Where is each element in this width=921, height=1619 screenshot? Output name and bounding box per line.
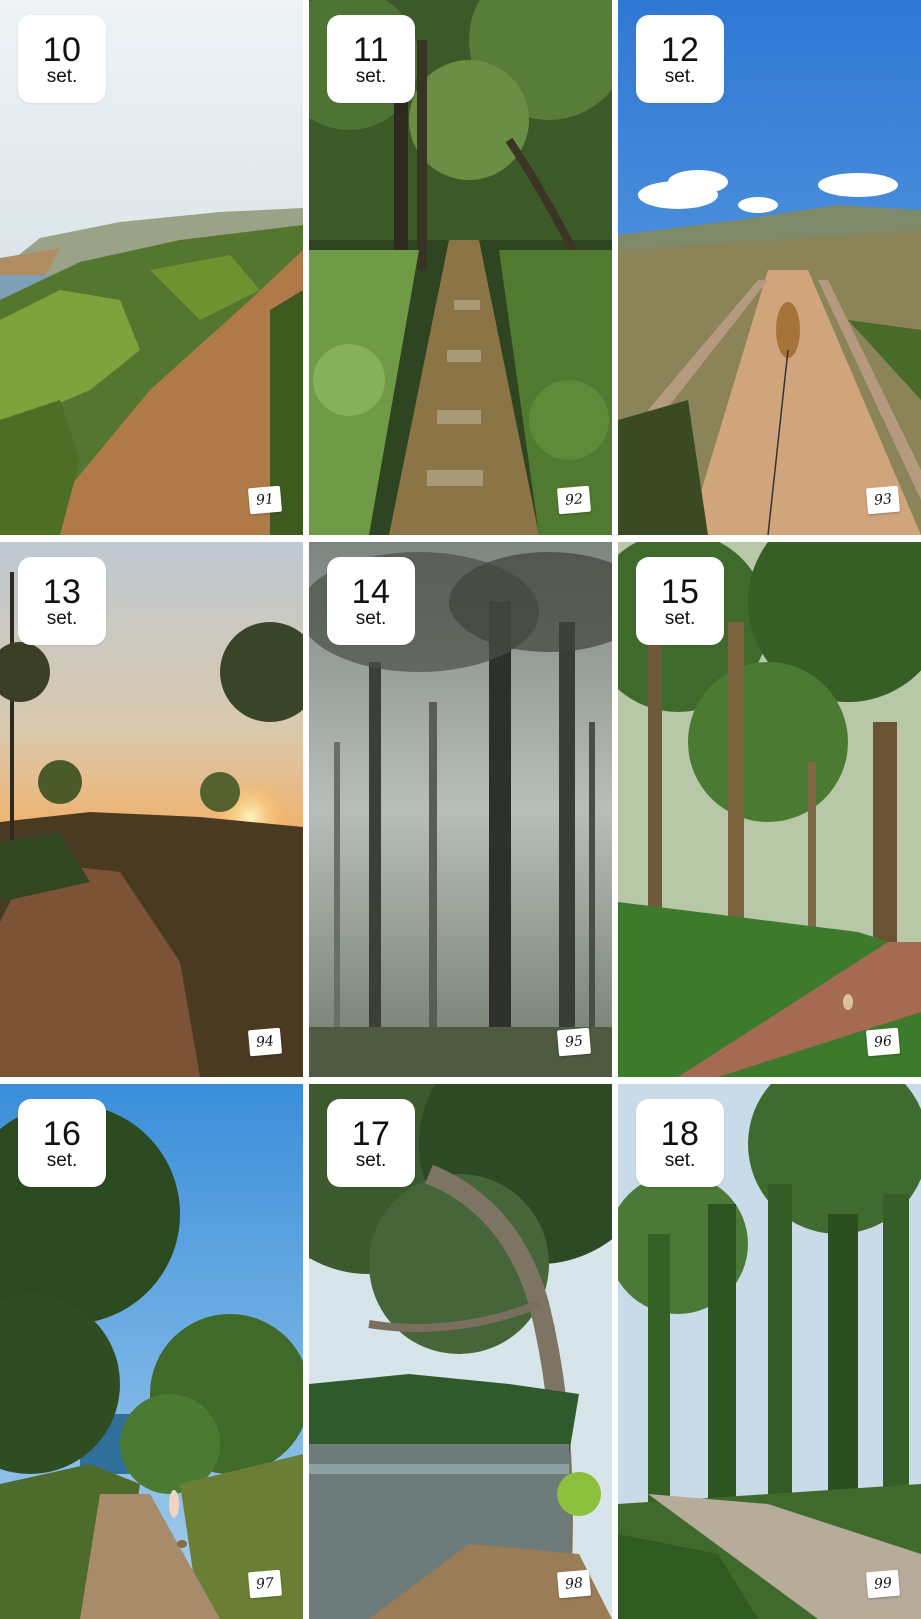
date-month: set. <box>355 65 387 87</box>
date-badge: 14 set. <box>327 557 415 645</box>
date-day: 18 <box>660 1114 700 1153</box>
date-month: set. <box>46 65 78 87</box>
day-number-sticker: 95 <box>556 1027 592 1057</box>
photo-tile-3[interactable]: 12 set. 93 <box>618 0 921 535</box>
date-badge: 13 set. <box>18 557 106 645</box>
photo-tile-6[interactable]: 15 set. 96 <box>618 542 921 1077</box>
date-day: 15 <box>660 572 700 611</box>
date-badge: 12 set. <box>636 15 724 103</box>
date-day: 16 <box>42 1114 82 1153</box>
photo-tile-1[interactable]: 10 set. 91 <box>0 0 303 535</box>
day-number-sticker: 99 <box>865 1569 901 1599</box>
date-badge: 17 set. <box>327 1099 415 1187</box>
date-day: 17 <box>351 1114 391 1153</box>
date-badge: 10 set. <box>18 15 106 103</box>
day-number-sticker: 98 <box>556 1569 592 1599</box>
date-badge: 15 set. <box>636 557 724 645</box>
date-month: set. <box>46 1149 78 1171</box>
photo-tile-8[interactable]: 17 set. 98 <box>309 1084 612 1619</box>
date-badge: 18 set. <box>636 1099 724 1187</box>
date-month: set. <box>664 1149 696 1171</box>
date-day: 13 <box>42 572 82 611</box>
date-month: set. <box>355 607 387 629</box>
day-number-sticker: 97 <box>247 1569 283 1599</box>
date-badge: 16 set. <box>18 1099 106 1187</box>
photo-tile-2[interactable]: 11 set. 92 <box>309 0 612 535</box>
date-month: set. <box>664 65 696 87</box>
date-day: 14 <box>351 572 391 611</box>
date-month: set. <box>355 1149 387 1171</box>
date-month: set. <box>664 607 696 629</box>
day-number-sticker: 91 <box>247 485 283 515</box>
date-day: 11 <box>352 30 390 69</box>
photo-tile-7[interactable]: 16 set. 97 <box>0 1084 303 1619</box>
photo-tile-9[interactable]: 18 set. 99 <box>618 1084 921 1619</box>
day-number-sticker: 92 <box>556 485 592 515</box>
photo-grid: 10 set. 91 11 set. 92 12 set. 93 13 set.… <box>0 0 921 1619</box>
day-number-sticker: 96 <box>865 1027 901 1057</box>
day-number-sticker: 94 <box>247 1027 283 1057</box>
date-badge: 11 set. <box>327 15 415 103</box>
date-month: set. <box>46 607 78 629</box>
photo-tile-5[interactable]: 14 set. 95 <box>309 542 612 1077</box>
date-day: 10 <box>42 30 82 69</box>
day-number-sticker: 93 <box>865 485 901 515</box>
photo-tile-4[interactable]: 13 set. 94 <box>0 542 303 1077</box>
date-day: 12 <box>660 30 700 69</box>
